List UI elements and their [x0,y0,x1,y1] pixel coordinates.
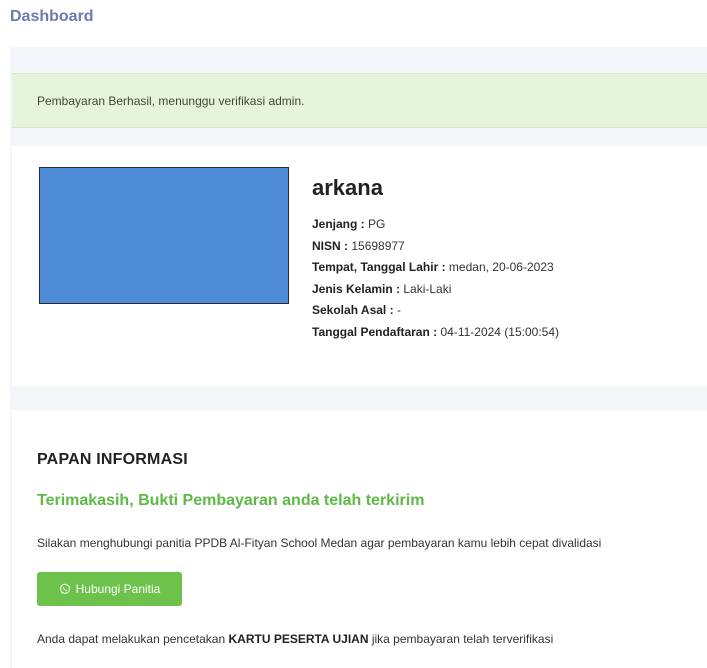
detail-school: Sekolah Asal : - [312,302,559,324]
profile-card: arkana Jenjang : PG NISN : 15698977 Temp… [12,146,707,386]
detail-value: - [396,303,401,317]
detail-gender: Jenis Kelamin : Laki-Laki [312,281,559,303]
print-card-note: Anda dapat melakukan pencetakan KARTU PE… [37,632,553,646]
note-suffix: jika pembayaran telah terverifikasi [368,632,554,646]
student-name: arkana [312,175,383,200]
profile-photo [39,167,289,304]
info-board-card: PAPAN INFORMASI Terimakasih, Bukti Pemba… [12,410,707,668]
alert-message: Pembayaran Berhasil, menunggu verifikasi… [37,94,305,108]
whatsapp-icon [59,583,70,594]
detail-value: 15698977 [351,238,405,253]
page-title: Dashboard [10,8,94,25]
info-board-title: PAPAN INFORMASI [37,451,188,468]
payment-sent-heading: Terimakasih, Bukti Pembayaran anda telah… [37,492,425,509]
detail-value: medan, 20-06-2023 [448,260,554,274]
note-prefix: Anda dapat melakukan pencetakan [37,632,229,646]
detail-value: Laki-Laki [403,281,452,296]
success-alert: Pembayaran Berhasil, menunggu verifikasi… [12,73,707,128]
detail-label: Jenis Kelamin : [312,281,401,296]
contact-committee-label: Hubungi Panitia [75,582,161,596]
detail-label: Sekolah Asal : [312,303,394,317]
detail-label: Tanggal Pendaftaran : [312,324,438,339]
detail-label: NISN : [312,238,348,253]
detail-value: 04-11-2024 (15:00:54) [440,324,560,339]
contact-instruction: Silakan menghubungi panitia PPDB Al-Fity… [37,536,602,550]
detail-jenjang: Jenjang : PG [312,216,559,238]
detail-registration-date: Tanggal Pendaftaran : 04-11-2024 (15:00:… [312,324,559,346]
detail-birth: Tempat, Tanggal Lahir : medan, 20-06-202… [312,259,559,281]
contact-committee-button[interactable]: Hubungi Panitia [37,572,182,606]
note-bold: KARTU PESERTA UJIAN [228,632,369,646]
detail-value: PG [368,217,386,231]
detail-label: Tempat, Tanggal Lahir : [312,260,446,274]
detail-label: Jenjang : [312,217,365,231]
profile-details: Jenjang : PG NISN : 15698977 Tempat, Tan… [312,216,559,345]
detail-nisn: NISN : 15698977 [312,238,559,260]
